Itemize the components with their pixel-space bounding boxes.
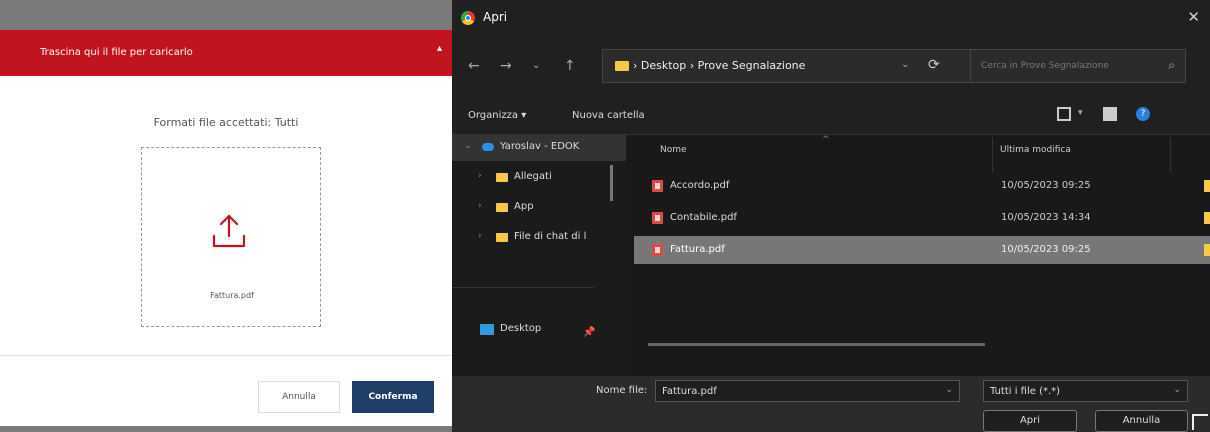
expand-chevron-icon[interactable]: › — [478, 171, 482, 181]
file-modified: 10/05/2023 09:25 — [1001, 180, 1091, 191]
up-arrow-icon[interactable]: ↑ — [564, 58, 576, 74]
nav-item-label: App — [514, 201, 534, 212]
file-modified: 10/05/2023 09:25 — [1001, 244, 1091, 255]
cloud-icon — [482, 143, 494, 151]
dialog-title: Apri — [483, 10, 508, 24]
nav-item-label: Allegati — [514, 171, 552, 182]
column-divider[interactable] — [1170, 137, 1171, 173]
file-row[interactable]: Accordo.pdf 10/05/2023 09:25 — [634, 172, 1210, 200]
folder-icon — [496, 233, 508, 242]
command-bar: Organizza ▾ Nuova cartella ▾ ? — [452, 98, 1210, 135]
backdrop-bottom — [0, 426, 452, 432]
nav-scrollbar[interactable] — [610, 165, 613, 201]
nav-item-desktop[interactable]: Desktop — [452, 317, 626, 343]
folder-icon — [496, 203, 508, 212]
folder-icon — [496, 173, 508, 182]
new-folder-button[interactable]: Nuova cartella — [572, 110, 645, 121]
pdf-file-icon — [652, 244, 663, 256]
search-icon: ⌕ — [1168, 58, 1175, 72]
filetype-select[interactable]: Tutti i file (*.*) ⌄ — [983, 380, 1188, 402]
filename-input[interactable]: Fattura.pdf ⌄ — [655, 380, 960, 402]
footer-divider — [0, 355, 452, 356]
column-divider[interactable] — [992, 137, 993, 173]
help-icon[interactable]: ? — [1136, 107, 1150, 121]
back-arrow-icon[interactable]: ← — [468, 58, 480, 74]
filename-label: Nome file: — [596, 385, 648, 396]
breadcrumb[interactable]: › Desktop › Prove Segnalazione — [633, 59, 805, 72]
nav-item-label: Desktop — [500, 323, 542, 334]
folder-icon — [615, 61, 629, 71]
chevron-down-icon[interactable]: ⌄ — [945, 385, 953, 395]
forward-arrow-icon[interactable]: → — [500, 58, 512, 74]
expand-chevron-icon[interactable]: › — [478, 201, 482, 211]
filename-value: Fattura.pdf — [662, 386, 717, 397]
accepted-formats-text: Formati file accettati: Tutti — [153, 116, 299, 129]
search-placeholder: Cerca in Prove Segnalazione — [981, 61, 1109, 71]
dialog-footer: Nome file: Fattura.pdf ⌄ Tutti i file (*… — [452, 376, 1210, 432]
sort-ascending-icon: ^ — [822, 135, 830, 145]
upload-modal: Trascina qui il file per caricarlo ▴ For… — [0, 30, 452, 432]
dialog-titlebar: Apri ✕ — [452, 0, 1210, 38]
view-options-icon[interactable] — [1057, 107, 1071, 121]
expand-chevron-icon[interactable]: › — [478, 231, 482, 241]
preview-pane-icon[interactable] — [1103, 107, 1117, 121]
navigation-bar: ← → ⌄ ↑ › Desktop › Prove Segnalazione ⌄… — [452, 38, 1210, 98]
file-name: Contabile.pdf — [670, 212, 737, 223]
nav-item-label: File di chat di l — [514, 231, 587, 242]
pin-icon: 📌 — [583, 327, 596, 338]
column-header-name[interactable]: Nome — [660, 145, 687, 155]
expand-chevron-icon[interactable]: ⌄ — [464, 141, 472, 151]
file-row-selected[interactable]: Fattura.pdf 10/05/2023 09:25 — [634, 236, 1210, 264]
nav-item-label: Yaroslav - EDOK — [500, 141, 580, 152]
horizontal-scrollbar[interactable] — [648, 343, 985, 346]
file-list: ^ Nome Ultima modifica Accordo.pdf 10/05… — [626, 135, 1210, 376]
pdf-file-icon — [652, 212, 663, 224]
column-header-modified[interactable]: Ultima modifica — [1000, 145, 1071, 155]
chevron-down-icon[interactable]: ⌄ — [1173, 385, 1181, 395]
filetype-value: Tutti i file (*.*) — [990, 386, 1061, 397]
upload-modal-title: Trascina qui il file per caricarlo — [40, 47, 193, 58]
upload-modal-header: Trascina qui il file per caricarlo ▴ — [0, 30, 452, 76]
file-type-icon — [1204, 180, 1210, 192]
confirm-button[interactable]: Conferma — [352, 381, 434, 413]
file-dropzone[interactable]: Fattura.pdf — [141, 147, 321, 327]
close-icon[interactable]: ✕ — [1187, 8, 1200, 26]
nav-item-onedrive[interactable]: ⌄ Yaroslav - EDOK — [452, 135, 626, 161]
file-name: Fattura.pdf — [670, 244, 725, 255]
nav-item-allegati[interactable]: › Allegati — [452, 165, 626, 191]
file-modified: 10/05/2023 14:34 — [1001, 212, 1091, 223]
nav-divider — [452, 287, 594, 288]
file-type-icon — [1204, 212, 1210, 224]
upload-icon — [212, 214, 246, 248]
chrome-icon — [461, 11, 475, 25]
nav-item-app[interactable]: › App — [452, 195, 626, 221]
file-name: Accordo.pdf — [670, 180, 730, 191]
recent-locations-chevron-icon[interactable]: ⌄ — [532, 60, 540, 71]
cancel-button[interactable]: Annulla — [258, 381, 340, 413]
pdf-file-icon — [652, 180, 663, 192]
view-dropdown-icon[interactable]: ▾ — [1078, 108, 1083, 118]
nav-item-chat-files[interactable]: › File di chat di l — [452, 225, 626, 251]
file-row[interactable]: Contabile.pdf 10/05/2023 14:34 — [634, 204, 1210, 232]
file-type-icon — [1204, 244, 1210, 256]
search-input[interactable]: Cerca in Prove Segnalazione ⌕ — [970, 49, 1186, 83]
backdrop-top — [0, 0, 452, 30]
open-button[interactable]: Apri — [983, 410, 1077, 432]
address-bar[interactable]: › Desktop › Prove Segnalazione ⌄ ⟳ — [602, 49, 976, 83]
address-dropdown-icon[interactable]: ⌄ — [901, 59, 909, 70]
desktop-icon — [480, 324, 494, 335]
file-open-dialog: Apri ✕ ← → ⌄ ↑ › Desktop › Prove Segnala… — [452, 0, 1210, 432]
selected-file-name: Fattura.pdf — [210, 291, 254, 300]
dialog-cancel-button[interactable]: Annulla — [1095, 410, 1188, 432]
collapse-icon[interactable]: ▴ — [437, 43, 442, 54]
navigation-pane: ⌄ Yaroslav - EDOK › Allegati › App › Fil… — [452, 135, 626, 376]
organize-button[interactable]: Organizza ▾ — [468, 110, 526, 121]
resize-grip[interactable] — [1192, 414, 1208, 430]
refresh-icon[interactable]: ⟳ — [928, 57, 940, 73]
